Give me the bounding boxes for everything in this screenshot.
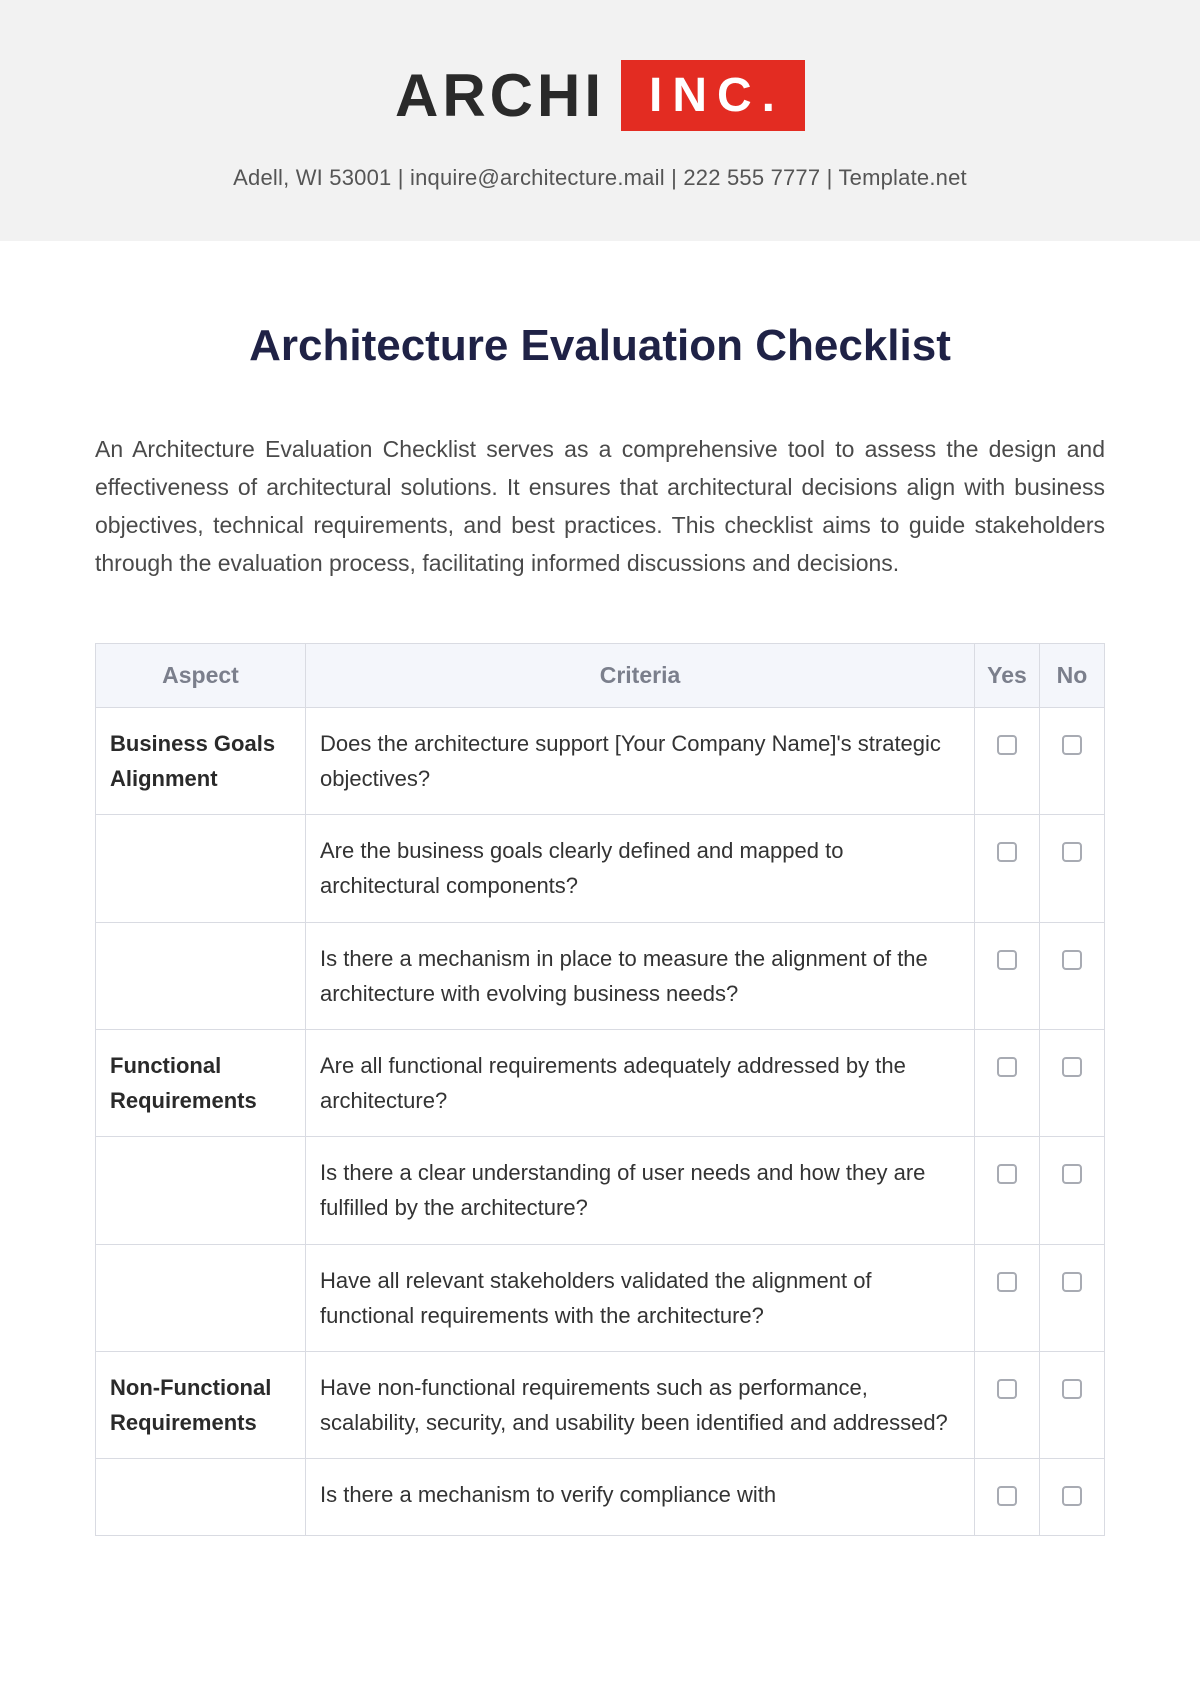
contact-line: Adell, WI 53001 | inquire@architecture.m… — [0, 165, 1200, 191]
header-aspect: Aspect — [96, 643, 306, 707]
aspect-cell — [96, 815, 306, 922]
table-row: Have all relevant stakeholders validated… — [96, 1244, 1105, 1351]
table-row: Non-Functional RequirementsHave non-func… — [96, 1352, 1105, 1459]
aspect-cell: Business Goals Alignment — [96, 707, 306, 814]
logo: ARCHI INC. — [395, 60, 805, 131]
checkbox-no[interactable] — [1062, 1272, 1082, 1292]
main-content: Architecture Evaluation Checklist An Arc… — [0, 241, 1200, 1576]
yes-cell — [975, 1244, 1040, 1351]
intro-paragraph: An Architecture Evaluation Checklist ser… — [95, 431, 1105, 583]
no-cell — [1040, 1244, 1105, 1351]
yes-cell — [975, 1459, 1040, 1535]
yes-cell — [975, 1352, 1040, 1459]
aspect-cell — [96, 1459, 306, 1535]
table-row: Is there a clear understanding of user n… — [96, 1137, 1105, 1244]
yes-cell — [975, 1029, 1040, 1136]
header-no: No — [1040, 643, 1105, 707]
checkbox-no[interactable] — [1062, 1379, 1082, 1399]
checkbox-yes[interactable] — [997, 1164, 1017, 1184]
checkbox-no[interactable] — [1062, 735, 1082, 755]
criteria-cell: Have all relevant stakeholders validated… — [306, 1244, 975, 1351]
criteria-cell: Are all functional requirements adequate… — [306, 1029, 975, 1136]
yes-cell — [975, 922, 1040, 1029]
checkbox-no[interactable] — [1062, 842, 1082, 862]
table-row: Functional RequirementsAre all functiona… — [96, 1029, 1105, 1136]
no-cell — [1040, 1352, 1105, 1459]
aspect-cell — [96, 922, 306, 1029]
checkbox-yes[interactable] — [997, 842, 1017, 862]
logo-badge-text: INC. — [621, 60, 805, 131]
yes-cell — [975, 707, 1040, 814]
aspect-cell: Non-Functional Requirements — [96, 1352, 306, 1459]
criteria-cell: Is there a clear understanding of user n… — [306, 1137, 975, 1244]
aspect-cell — [96, 1137, 306, 1244]
checkbox-no[interactable] — [1062, 1486, 1082, 1506]
yes-cell — [975, 815, 1040, 922]
checkbox-yes[interactable] — [997, 1379, 1017, 1399]
page-title: Architecture Evaluation Checklist — [95, 321, 1105, 371]
table-row: Business Goals AlignmentDoes the archite… — [96, 707, 1105, 814]
header-yes: Yes — [975, 643, 1040, 707]
checkbox-yes[interactable] — [997, 1486, 1017, 1506]
checkbox-no[interactable] — [1062, 950, 1082, 970]
checkbox-yes[interactable] — [997, 1057, 1017, 1077]
no-cell — [1040, 922, 1105, 1029]
no-cell — [1040, 1137, 1105, 1244]
header-criteria: Criteria — [306, 643, 975, 707]
no-cell — [1040, 707, 1105, 814]
checkbox-yes[interactable] — [997, 735, 1017, 755]
checkbox-yes[interactable] — [997, 1272, 1017, 1292]
checkbox-no[interactable] — [1062, 1057, 1082, 1077]
header-band: ARCHI INC. Adell, WI 53001 | inquire@arc… — [0, 0, 1200, 241]
checkbox-no[interactable] — [1062, 1164, 1082, 1184]
checkbox-yes[interactable] — [997, 950, 1017, 970]
aspect-cell — [96, 1244, 306, 1351]
checklist-table: Aspect Criteria Yes No Business Goals Al… — [95, 643, 1105, 1536]
aspect-cell: Functional Requirements — [96, 1029, 306, 1136]
table-header-row: Aspect Criteria Yes No — [96, 643, 1105, 707]
logo-main-text: ARCHI — [395, 61, 605, 130]
yes-cell — [975, 1137, 1040, 1244]
criteria-cell: Are the business goals clearly defined a… — [306, 815, 975, 922]
criteria-cell: Is there a mechanism in place to measure… — [306, 922, 975, 1029]
criteria-cell: Is there a mechanism to verify complianc… — [306, 1459, 975, 1535]
no-cell — [1040, 815, 1105, 922]
table-row: Are the business goals clearly defined a… — [96, 815, 1105, 922]
no-cell — [1040, 1459, 1105, 1535]
criteria-cell: Does the architecture support [Your Comp… — [306, 707, 975, 814]
no-cell — [1040, 1029, 1105, 1136]
table-row: Is there a mechanism to verify complianc… — [96, 1459, 1105, 1535]
table-row: Is there a mechanism in place to measure… — [96, 922, 1105, 1029]
criteria-cell: Have non-functional requirements such as… — [306, 1352, 975, 1459]
